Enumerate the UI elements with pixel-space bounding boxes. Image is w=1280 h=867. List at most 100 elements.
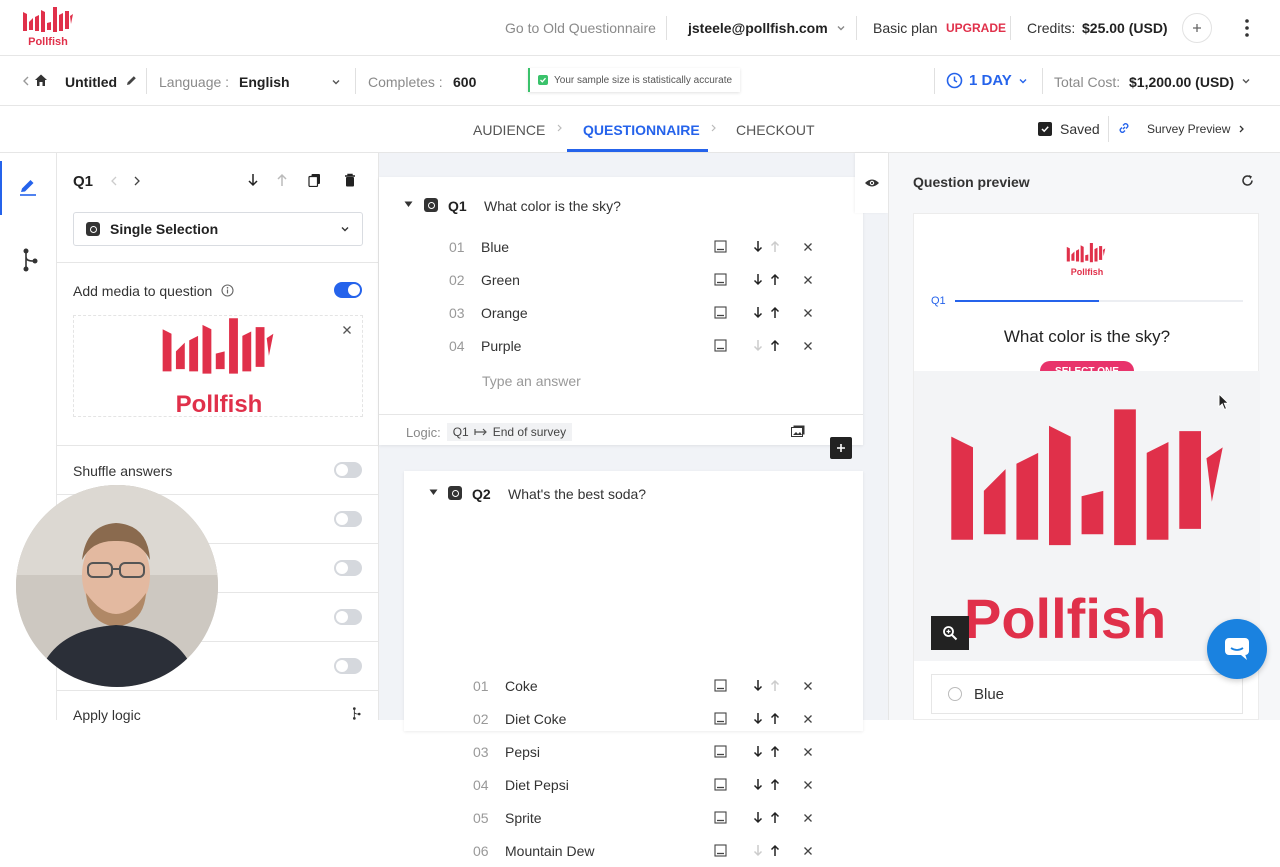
answer-row[interactable]: 01 Coke: [473, 669, 693, 702]
chevron-left-icon[interactable]: [22, 75, 30, 87]
trash-icon[interactable]: [344, 173, 356, 187]
move-down-icon[interactable]: [749, 743, 766, 760]
question-type-select[interactable]: Single Selection: [73, 212, 363, 246]
q1-text[interactable]: What color is the sky?: [484, 198, 621, 214]
logic-flow-icon[interactable]: [352, 707, 361, 720]
zoom-button[interactable]: [931, 616, 969, 650]
move-up-icon[interactable]: [766, 238, 783, 255]
language-select[interactable]: English: [239, 74, 341, 90]
answer-text[interactable]: Orange: [481, 305, 528, 321]
move-up-icon[interactable]: [766, 337, 783, 354]
move-down-icon[interactable]: [749, 677, 766, 694]
remove-answer-icon[interactable]: [799, 271, 816, 288]
remove-answer-icon[interactable]: [799, 337, 816, 354]
answer-text[interactable]: Blue: [481, 239, 509, 255]
prev-question-icon[interactable]: [110, 175, 118, 187]
answer-row[interactable]: 04 Diet Pepsi: [473, 768, 693, 801]
move-up-icon[interactable]: [766, 677, 783, 694]
upgrade-link[interactable]: UPGRADE: [946, 21, 1006, 35]
remove-answer-icon[interactable]: [799, 710, 816, 727]
answer-row[interactable]: 03 Orange: [449, 296, 669, 329]
refresh-icon[interactable]: [1241, 174, 1254, 187]
move-down-icon[interactable]: [749, 337, 766, 354]
pencil-icon[interactable]: [125, 74, 138, 87]
chevron-down-icon[interactable]: [1241, 76, 1251, 86]
edit-pencil-icon[interactable]: [18, 177, 38, 197]
remove-media-icon[interactable]: [342, 325, 352, 335]
tab-checkout[interactable]: CHECKOUT: [736, 122, 815, 138]
option-toggle-5[interactable]: [334, 658, 362, 674]
info-icon[interactable]: [221, 284, 234, 297]
answer-row[interactable]: 05 Sprite: [473, 801, 693, 834]
remove-answer-icon[interactable]: [799, 238, 816, 255]
option-toggle-4[interactable]: [334, 609, 362, 625]
option-toggle-2[interactable]: [334, 511, 362, 527]
answer-row[interactable]: 02 Diet Coke: [473, 702, 693, 735]
answer-text[interactable]: Sprite: [505, 810, 542, 826]
answer-text[interactable]: Diet Coke: [505, 711, 566, 727]
answer-row[interactable]: 02 Green: [449, 263, 669, 296]
collapse-caret-icon[interactable]: [429, 489, 438, 496]
answer-image-icon[interactable]: [712, 743, 729, 760]
answer-text[interactable]: Diet Pepsi: [505, 777, 569, 793]
answer-image-icon[interactable]: [712, 809, 729, 826]
move-up-icon[interactable]: [766, 842, 783, 859]
answer-image-icon[interactable]: [712, 238, 729, 255]
option-toggle-3[interactable]: [334, 560, 362, 576]
new-answer-input[interactable]: Type an answer: [482, 373, 581, 389]
completes-value[interactable]: 600: [453, 74, 476, 90]
logic-flow-icon[interactable]: [22, 248, 38, 272]
answer-text[interactable]: Pepsi: [505, 744, 540, 760]
move-up-icon[interactable]: [766, 271, 783, 288]
answer-image-icon[interactable]: [712, 842, 729, 859]
answer-image-icon[interactable]: [712, 304, 729, 321]
survey-title[interactable]: Untitled: [65, 74, 117, 90]
preview-answer-option[interactable]: Blue: [931, 674, 1243, 714]
more-vertical-icon[interactable]: [1242, 18, 1252, 38]
answer-text[interactable]: Mountain Dew: [505, 843, 595, 859]
add-media-toggle[interactable]: [334, 282, 362, 298]
move-up-icon[interactable]: [276, 173, 288, 187]
answer-row[interactable]: 06 Mountain Dew: [473, 834, 693, 867]
logic-summary[interactable]: Logic: Q1 End of survey: [406, 423, 573, 441]
move-down-icon[interactable]: [749, 271, 766, 288]
move-down-icon[interactable]: [749, 842, 766, 859]
answer-text[interactable]: Coke: [505, 678, 538, 694]
chat-widget-button[interactable]: [1207, 619, 1267, 679]
move-up-icon[interactable]: [766, 776, 783, 793]
copy-icon[interactable]: [308, 173, 321, 187]
answer-image-icon[interactable]: [712, 776, 729, 793]
home-icon[interactable]: [34, 73, 48, 87]
answer-row[interactable]: 04 Purple: [449, 329, 669, 362]
toggle-preview-button[interactable]: [855, 153, 888, 213]
next-question-icon[interactable]: [133, 175, 141, 187]
answer-row[interactable]: 01 Blue: [449, 230, 669, 263]
old-questionnaire-link[interactable]: Go to Old Questionnaire: [505, 20, 656, 36]
add-credits-button[interactable]: [1182, 13, 1212, 43]
logic-rule-chip[interactable]: Q1 End of survey: [446, 423, 573, 441]
question-card-q2[interactable]: Q2 What's the best soda? 01 Coke 02 Diet Co…: [404, 471, 863, 859]
pollfish-logo[interactable]: Pollfish: [22, 6, 74, 50]
move-up-icon[interactable]: [766, 304, 783, 321]
question-card-q1[interactable]: Q1 What color is the sky? 01 Blue 02 Green 0…: [379, 177, 863, 445]
link-icon[interactable]: [1117, 121, 1131, 135]
move-down-icon[interactable]: [749, 238, 766, 255]
move-down-icon[interactable]: [247, 173, 259, 187]
remove-answer-icon[interactable]: [799, 842, 816, 859]
remove-answer-icon[interactable]: [799, 304, 816, 321]
tab-questionnaire[interactable]: QUESTIONNAIRE: [583, 122, 700, 138]
remove-answer-icon[interactable]: [799, 809, 816, 826]
answer-text[interactable]: Green: [481, 272, 520, 288]
shuffle-toggle[interactable]: [334, 462, 362, 478]
move-down-icon[interactable]: [749, 710, 766, 727]
remove-answer-icon[interactable]: [799, 776, 816, 793]
apply-logic-label[interactable]: Apply logic: [73, 707, 141, 723]
tab-audience[interactable]: AUDIENCE: [473, 122, 545, 138]
survey-preview-button[interactable]: Survey Preview: [1147, 122, 1245, 136]
move-down-icon[interactable]: [749, 776, 766, 793]
remove-answer-icon[interactable]: [799, 743, 816, 760]
move-down-icon[interactable]: [749, 304, 766, 321]
move-up-icon[interactable]: [766, 743, 783, 760]
move-down-icon[interactable]: [749, 809, 766, 826]
answer-image-icon[interactable]: [712, 337, 729, 354]
